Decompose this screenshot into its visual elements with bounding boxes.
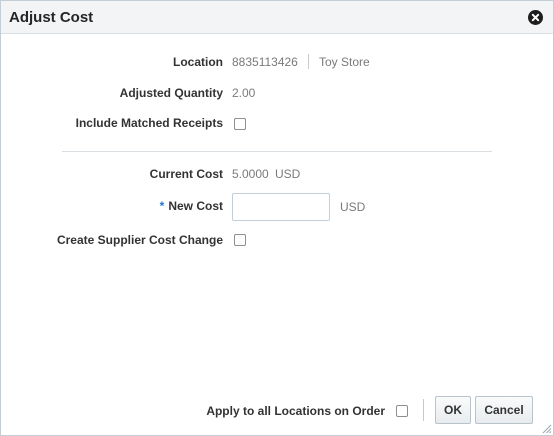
- dialog-title: Adjust Cost: [9, 9, 94, 26]
- close-icon[interactable]: [528, 10, 543, 25]
- create-supplier-cost-change-label: Create Supplier Cost Change: [56, 233, 223, 247]
- current-cost-currency: USD: [275, 167, 301, 181]
- adjusted-quantity-value: 2.00: [232, 86, 256, 100]
- apply-all-locations-label: Apply to all Locations on Order: [206, 404, 385, 418]
- dialog-titlebar: Adjust Cost: [1, 1, 553, 34]
- resize-handle-icon[interactable]: [540, 422, 552, 434]
- location-name: Toy Store: [319, 55, 370, 69]
- new-cost-label-group: * New Cost: [160, 199, 223, 213]
- cancel-button[interactable]: Cancel: [475, 396, 533, 424]
- location-separator: [308, 54, 309, 69]
- new-cost-input[interactable]: [232, 193, 330, 221]
- create-supplier-cost-change-checkbox[interactable]: [234, 234, 246, 246]
- footer-separator: [423, 399, 424, 421]
- location-id: 8835113426: [232, 55, 298, 69]
- include-matched-receipts-label: Include Matched Receipts: [75, 116, 223, 130]
- adjust-cost-dialog: Adjust Cost Location 8835113426 Toy Stor…: [0, 0, 554, 436]
- adjusted-quantity-label: Adjusted Quantity: [119, 86, 223, 100]
- new-cost-label: New Cost: [168, 199, 223, 213]
- apply-all-locations-checkbox[interactable]: [396, 405, 408, 417]
- required-indicator: *: [159, 199, 165, 213]
- section-divider: [62, 151, 492, 152]
- ok-button[interactable]: OK: [435, 396, 471, 424]
- current-cost-label: Current Cost: [149, 167, 223, 181]
- include-matched-receipts-checkbox[interactable]: [234, 118, 246, 130]
- current-cost-value: 5.0000: [232, 167, 269, 181]
- new-cost-currency: USD: [340, 200, 366, 214]
- location-label: Location: [173, 55, 223, 69]
